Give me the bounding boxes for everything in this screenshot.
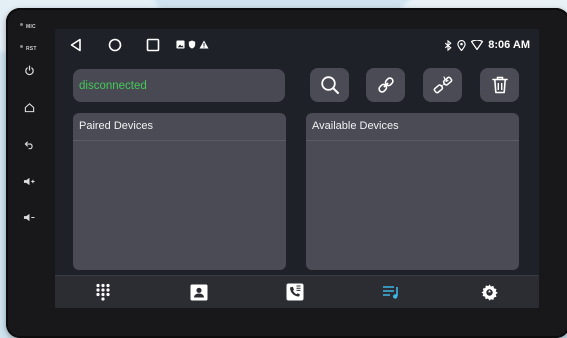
contacts-icon: [190, 284, 208, 300]
mic-indicator: [20, 23, 23, 26]
warning-icon: [199, 40, 209, 49]
unlink-icon: [433, 76, 452, 94]
disconnect-button[interactable]: [423, 68, 462, 102]
image-notification-icon: [176, 40, 185, 49]
nav-contacts[interactable]: [189, 283, 209, 301]
home-circle-icon: [108, 38, 122, 52]
back-button[interactable]: [22, 137, 36, 151]
power-icon: [24, 65, 34, 75]
volume-down-icon: [23, 213, 35, 221]
volume-down-button[interactable]: [22, 210, 36, 224]
nav-settings[interactable]: [479, 283, 499, 301]
home-icon: [24, 102, 34, 112]
nav-dialpad[interactable]: [93, 283, 113, 301]
panel-divider: [73, 140, 286, 141]
settings-gear-icon: [480, 283, 498, 301]
music-playlist-icon: [383, 286, 398, 299]
recents-square-icon: [146, 38, 160, 52]
back-triangle-icon: [70, 38, 81, 52]
panel-divider: [306, 140, 519, 141]
available-devices-panel: Available Devices: [306, 113, 519, 270]
location-icon: [457, 39, 466, 51]
nav-home-button[interactable]: [108, 38, 122, 52]
search-icon: [320, 76, 339, 94]
status-bar: 8:06 AM: [55, 29, 539, 63]
search-devices-button[interactable]: [310, 68, 349, 102]
volume-up-icon: [23, 177, 35, 185]
available-devices-title: Available Devices: [312, 120, 399, 132]
connection-status-field: disconnected: [73, 69, 285, 102]
bluetooth-icon: [445, 39, 452, 51]
paired-devices-title: Paired Devices: [79, 120, 153, 132]
rst-label: RST: [26, 46, 37, 52]
home-button[interactable]: [22, 100, 36, 114]
back-arrow-icon: [24, 140, 33, 149]
screen: 8:06 AM disconnected Paired Devices Avai…: [55, 29, 539, 308]
nav-call-log[interactable]: [285, 283, 305, 301]
delete-button[interactable]: [480, 68, 519, 102]
bottom-nav-bar: [55, 275, 539, 308]
paired-devices-panel: Paired Devices: [73, 113, 286, 270]
call-log-icon: [286, 283, 304, 301]
connection-status-text: disconnected: [79, 79, 147, 92]
connect-button[interactable]: [366, 68, 405, 102]
mic-label: MIC: [26, 24, 36, 30]
clock-time: 8:06 AM: [488, 39, 530, 51]
rst-indicator: [20, 45, 23, 48]
power-button[interactable]: [22, 63, 36, 77]
link-icon: [377, 77, 394, 93]
notification-icons: [176, 40, 209, 49]
nav-music[interactable]: [382, 283, 402, 301]
trash-icon: [491, 76, 508, 94]
volume-up-button[interactable]: [22, 174, 36, 188]
head-unit-frame: MIC RST 8:06 AM disconnected Paired Devi…: [6, 8, 567, 338]
wifi-icon: [471, 40, 484, 50]
shield-icon: [188, 40, 196, 49]
nav-back-button[interactable]: [69, 38, 83, 52]
status-right: 8:06 AM: [444, 39, 530, 51]
dialpad-icon: [96, 283, 110, 301]
nav-recents-button[interactable]: [146, 38, 160, 52]
